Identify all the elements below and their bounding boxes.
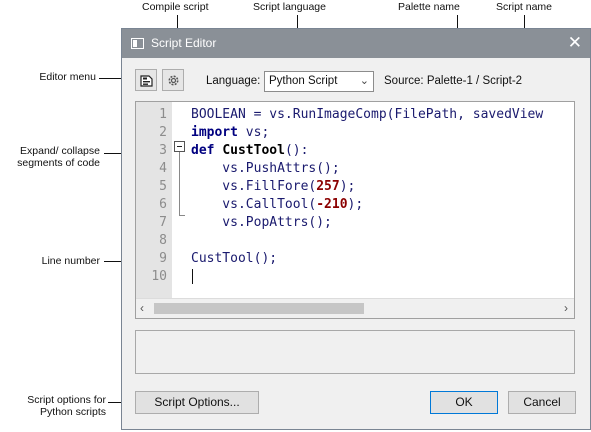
- scroll-left-icon[interactable]: ‹: [140, 301, 144, 315]
- code-line-7: vs.PopAttrs();: [191, 214, 332, 232]
- chevron-down-icon: ⌄: [359, 75, 369, 87]
- code-line-4: vs.PushAttrs();: [191, 160, 340, 178]
- code-editor[interactable]: 1 2 3 4 5 6 7 8 9 10 BOOLEAN = vs.RunIma…: [135, 101, 575, 319]
- close-icon[interactable]: ✕: [568, 33, 582, 53]
- line-number: 7: [159, 215, 167, 230]
- keyword: def: [191, 143, 215, 158]
- title-bar[interactable]: Script Editor ✕: [122, 29, 590, 58]
- code-text: vs.PushAttrs();: [191, 161, 340, 176]
- fold-guide-end: [179, 215, 185, 216]
- line-number: 6: [159, 197, 167, 212]
- line-number: 9: [159, 251, 167, 266]
- script-editor-dialog: Script Editor ✕ Language: Python Script …: [121, 28, 591, 430]
- scroll-right-icon[interactable]: ›: [564, 301, 568, 315]
- function-name: CustTool: [222, 143, 285, 158]
- line-number: 3: [159, 143, 167, 158]
- annotation-script-name: Script name: [496, 1, 553, 13]
- keyword: import: [191, 125, 238, 140]
- line-number: 5: [159, 179, 167, 194]
- code-line-6: vs.CallTool(-210);: [191, 196, 363, 214]
- language-select[interactable]: Python Script ⌄: [264, 71, 374, 92]
- annotation-expand-collapse-1: Expand/ collapse: [20, 145, 100, 157]
- line-number: 1: [159, 107, 167, 122]
- scroll-thumb[interactable]: [154, 303, 364, 314]
- language-label: Language:: [206, 75, 261, 87]
- code-text: BOOLEAN = vs.RunImageComp(FilePath, save…: [191, 107, 544, 122]
- window-title: Script Editor: [151, 36, 217, 50]
- horizontal-scrollbar[interactable]: ‹ ›: [136, 298, 574, 318]
- annotation-script-language: Script language: [253, 1, 326, 13]
- code-text: vs;: [237, 125, 270, 140]
- code-text: CustTool();: [191, 251, 278, 266]
- window-icon: [131, 38, 144, 49]
- fold-guide: [179, 152, 180, 215]
- line-number: 10: [151, 269, 167, 284]
- annotation-expand-collapse-2: segments of code: [17, 157, 100, 169]
- script-options-button[interactable]: Script Options...: [135, 391, 259, 414]
- gear-icon: [168, 75, 179, 86]
- annotation-script-options-1: Script options for: [27, 394, 106, 406]
- code-text: );: [347, 197, 364, 212]
- code-text: );: [339, 179, 356, 194]
- line-number: 4: [159, 161, 167, 176]
- language-value: Python Script: [269, 75, 338, 87]
- code-text: ():: [284, 143, 309, 158]
- source-text: Source: Palette-1 / Script-2: [384, 75, 523, 87]
- ok-button[interactable]: OK: [430, 391, 498, 414]
- code-line-3: def CustTool():: [191, 142, 308, 160]
- code-line-1: BOOLEAN = vs.RunImageComp(FilePath, save…: [191, 106, 543, 124]
- collapse-toggle[interactable]: [174, 141, 185, 152]
- annotation-editor-menu: Editor menu: [39, 71, 96, 83]
- code-line-9: CustTool();: [191, 250, 277, 268]
- compile-script-button[interactable]: [162, 69, 184, 91]
- annotation-script-options-2: Python scripts: [40, 406, 106, 418]
- line-number: 2: [159, 125, 167, 140]
- line-number: 8: [159, 233, 167, 248]
- line-number-gutter: 1 2 3 4 5 6 7 8 9 10: [136, 102, 172, 300]
- code-text: vs.CallTool(: [191, 197, 317, 212]
- cancel-button[interactable]: Cancel: [508, 391, 576, 414]
- number-literal: 257: [316, 179, 340, 194]
- message-area: [135, 330, 575, 374]
- code-text: vs.FillFore(: [191, 179, 317, 194]
- editor-menu-icon: [140, 75, 153, 87]
- code-line-5: vs.FillFore(257);: [191, 178, 355, 196]
- annotation-compile-script: Compile script: [142, 1, 209, 13]
- code-text: vs.PopAttrs();: [191, 215, 332, 230]
- annotation-line-number: Line number: [41, 255, 100, 267]
- code-line-2: import vs;: [191, 124, 269, 142]
- text-caret: [192, 269, 193, 284]
- editor-menu-button[interactable]: [135, 69, 157, 91]
- annotation-palette-name: Palette name: [398, 1, 460, 13]
- number-literal: -210: [316, 197, 348, 212]
